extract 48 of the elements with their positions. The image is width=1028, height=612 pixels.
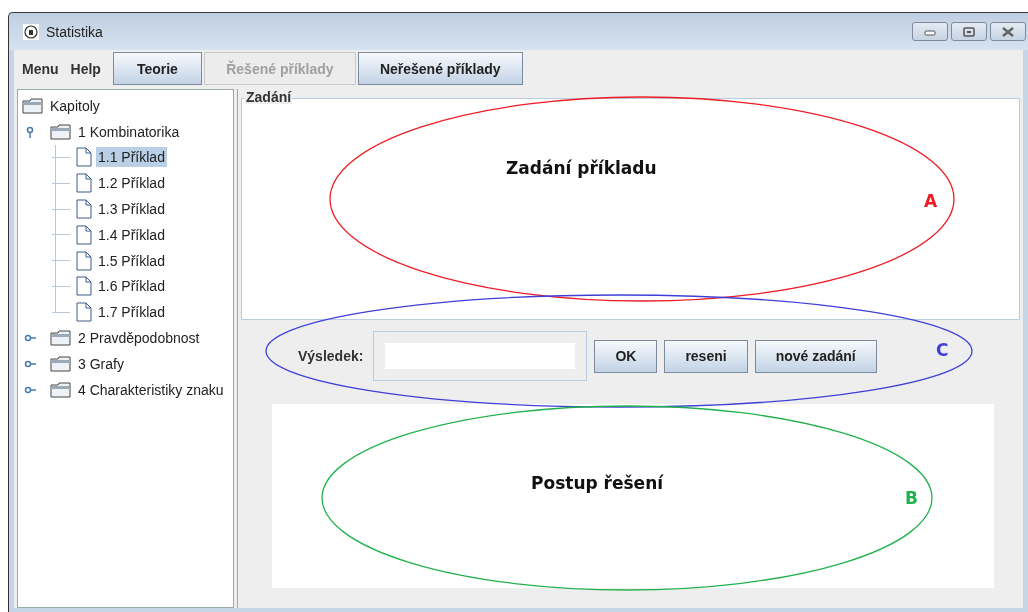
tree-item[interactable]: 4 Charakteristiky znaku	[76, 379, 226, 400]
action-button[interactable]: reseni	[664, 339, 748, 373]
annotation-caption: Postup řešení	[531, 473, 664, 493]
annotation-caption: Zadání příkladu	[506, 158, 657, 178]
action-button[interactable]: OK	[594, 339, 658, 373]
maximize-icon	[963, 26, 975, 37]
maximize-button[interactable]	[951, 22, 987, 41]
tree-item[interactable]: 1.7 Příklad	[96, 302, 167, 323]
annotation-letter: A	[924, 191, 938, 211]
folder-icon	[50, 355, 72, 372]
tree-item[interactable]: 2 Pravděpodobnost	[76, 328, 202, 349]
tree-item[interactable]: 1.4 Příklad	[96, 224, 167, 245]
document-icon	[76, 224, 92, 245]
menu-item[interactable]: Help	[70, 60, 101, 77]
app-icon	[23, 23, 39, 40]
tree-item[interactable]: 1.3 Příklad	[96, 199, 167, 220]
tree-item[interactable]: 1.1 Příklad	[96, 147, 167, 168]
document-icon	[76, 173, 92, 194]
document-icon	[76, 147, 92, 168]
tree-item[interactable]: 1.6 Příklad	[96, 276, 167, 297]
close-button[interactable]	[990, 22, 1026, 41]
folder-icon	[50, 381, 72, 398]
minimize-icon	[924, 27, 936, 36]
tree-item[interactable]: 1.2 Příklad	[96, 173, 167, 194]
tree-item[interactable]: Kapitoly	[48, 95, 102, 116]
folder-icon	[50, 330, 72, 347]
panel-title: Zadání	[245, 90, 293, 104]
annotation-letter: B	[905, 488, 918, 508]
input-field[interactable]	[373, 331, 588, 381]
annotation-letter: C	[936, 340, 949, 360]
tree-item[interactable]: 3 Grafy	[76, 353, 126, 374]
document-icon	[76, 276, 92, 297]
toolbar-button[interactable]: Neřešené příklady	[357, 52, 523, 85]
document-icon	[76, 250, 92, 271]
minimize-button[interactable]	[912, 22, 948, 41]
folder-icon	[22, 97, 44, 114]
tree-item[interactable]: 1.5 Příklad	[96, 250, 167, 271]
toolbar-button[interactable]: Teorie	[112, 52, 202, 85]
tree-item[interactable]: 1 Kombinatorika	[76, 121, 182, 142]
menu-item[interactable]: Menu	[22, 60, 59, 77]
folder-icon	[50, 123, 72, 140]
close-icon	[1001, 26, 1015, 37]
action-button[interactable]: nové zadání	[754, 339, 877, 373]
document-icon	[76, 199, 92, 220]
expanded-handle-icon[interactable]	[24, 125, 36, 138]
document-icon	[76, 302, 92, 323]
window-title: Statistika	[46, 23, 103, 40]
field-label: Výsledek:	[298, 348, 364, 364]
